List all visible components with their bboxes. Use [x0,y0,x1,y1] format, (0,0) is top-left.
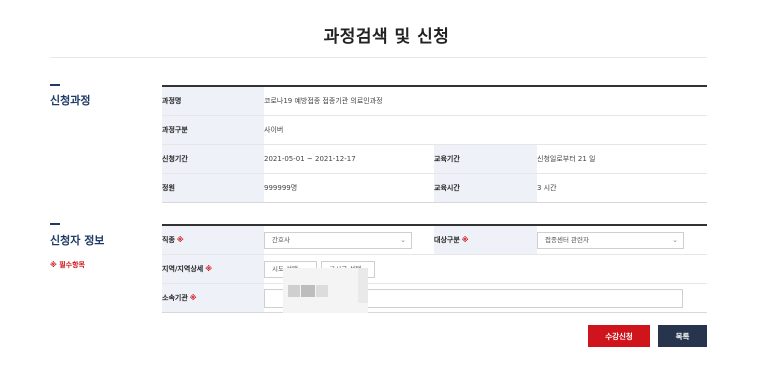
applicant-form-table: 직종※ 간호사 ⌄ 대상구분※ 접종센터 관련자 ⌄ 지역/지역상세※ 시도 선… [162,224,707,313]
course-name-label: 과정명 [162,86,264,116]
course-info-table: 과정명 코로나19 예방접종 접종기관 의료인과정 과정구분 사이버 신청기간 … [162,85,708,203]
required-note: ※ 필수항목 [50,261,86,269]
course-name-value: 코로나19 예방접종 접종기관 의료인과정 [264,86,708,116]
course-type-label: 과정구분 [162,115,264,145]
redacted-overlay [283,268,368,313]
capacity-value: 999999명 [264,173,434,203]
chevron-down-icon: ⌄ [400,235,406,244]
table-row: 지역/지역상세※ 시도 선택 ⌄ 구시군 선택 ⌄ [162,254,707,284]
job-select[interactable]: 간호사 ⌄ [264,231,412,249]
section-marker [50,84,60,86]
capacity-label: 정원 [162,173,264,203]
chevron-down-icon: ⌄ [672,235,678,244]
table-row: 소속기관 ※ [162,283,707,313]
course-section-title: 신청과정 [50,94,91,107]
job-select-value: 간호사 [272,235,290,244]
target-select-value: 접종센터 관련자 [545,235,589,244]
table-row: 정원 999999명 교육시간 3 시간 [162,173,708,203]
table-row: 직종 ※ 간호사 ⌄ 대상구분 ※ 접종센터 관련자 ⌄ [162,225,707,255]
edu-period-label: 교육기간 [434,144,537,174]
title-divider [50,57,707,58]
apply-period-label: 신청기간 [162,144,264,174]
org-label: 소속기관 [162,294,188,302]
list-button[interactable]: 목록 [658,325,707,347]
edu-hours-label: 교육시간 [434,173,537,203]
job-label: 직종 [162,236,175,244]
region-label: 지역/지역상세 [162,265,204,273]
target-select[interactable]: 접종센터 관련자 ⌄ [537,231,684,249]
course-type-value: 사이버 [264,115,708,145]
target-label: 대상구분 [434,236,460,244]
apply-period-value: 2021-05-01 ~ 2021-12-17 [264,144,434,174]
applicant-section-title: 신청자 정보 [50,234,105,247]
required-mark: ※ [189,294,197,302]
required-mark: ※ [176,236,184,244]
page-title: 과정검색 및 신청 [323,27,450,47]
table-row: 과정명 코로나19 예방접종 접종기관 의료인과정 [162,86,708,116]
edu-period-value: 신청일로부터 21 일 [537,144,708,174]
apply-button[interactable]: 수강신청 [588,325,650,347]
table-row: 과정구분 사이버 [162,115,708,145]
required-mark: ※ [461,236,469,244]
table-row: 신청기간 2021-05-01 ~ 2021-12-17 교육기간 신청일로부터… [162,144,708,174]
required-mark: ※ [205,265,213,273]
edu-hours-value: 3 시간 [537,173,708,203]
section-marker [50,223,60,225]
